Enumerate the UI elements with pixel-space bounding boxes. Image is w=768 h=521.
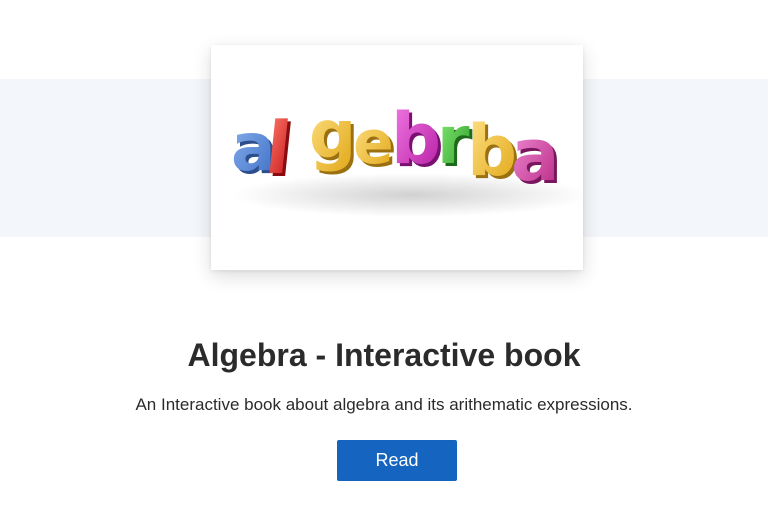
algebra-3d-letters-illustration: a a l l g g e e b b r r b b a a <box>231 96 583 217</box>
svg-text:b: b <box>467 110 517 192</box>
svg-text:e: e <box>353 108 394 178</box>
book-cover-image: a a l l g g e e b b r r b b a a <box>211 45 583 270</box>
book-page: a a l l g g e e b b r r b b a a Algebra … <box>0 0 768 521</box>
read-button[interactable]: Read <box>337 440 457 481</box>
svg-text:r: r <box>437 102 470 179</box>
book-title: Algebra - Interactive book <box>187 337 581 373</box>
svg-text:g: g <box>309 96 356 173</box>
svg-text:a: a <box>511 113 560 197</box>
svg-text:b: b <box>391 98 441 180</box>
book-description: An Interactive book about algebra and it… <box>135 395 633 414</box>
